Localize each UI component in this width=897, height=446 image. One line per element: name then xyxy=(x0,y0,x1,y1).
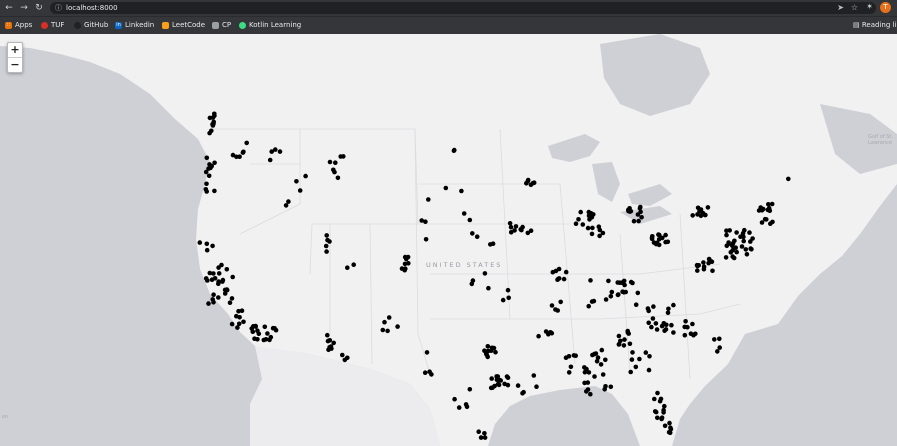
site-info-icon[interactable]: ⓘ xyxy=(55,3,62,13)
github-icon xyxy=(74,21,81,29)
bookmark-label: TUF xyxy=(51,21,65,29)
reading-list-icon: ▤ xyxy=(853,21,860,29)
extensions-icon[interactable]: ✶ xyxy=(866,2,873,11)
url-text: localhost:8000 xyxy=(66,4,118,12)
browser-toolbar: ← → ↻ ⓘ localhost:8000 ➤ ☆ ✶ T xyxy=(0,0,897,16)
send-icon[interactable]: ➤ xyxy=(837,3,844,12)
zoom-control: + − xyxy=(7,42,23,73)
linkedin-icon: in xyxy=(115,21,122,29)
water-label: Gulf of St. Lawrence xyxy=(868,134,893,146)
reading-list-label: Reading li xyxy=(861,21,897,29)
tuf-icon xyxy=(41,21,48,29)
zoom-in-button[interactable]: + xyxy=(8,43,22,58)
star-icon[interactable]: ☆ xyxy=(851,3,858,12)
edge-label: on xyxy=(2,414,9,420)
bookmark-label: GitHub xyxy=(84,21,109,29)
bookmark-kotlin[interactable]: Kotlin Learning xyxy=(239,21,301,29)
zoom-out-button[interactable]: − xyxy=(8,58,22,72)
bookmark-tuf[interactable]: TUF xyxy=(41,21,64,29)
bookmark-label: CP xyxy=(222,21,232,29)
bookmarks-bar: ∷ Apps TUF GitHub in Linkedin LeetCode C… xyxy=(0,16,897,34)
bookmark-github[interactable]: GitHub xyxy=(74,21,108,29)
kotlin-icon xyxy=(239,21,246,29)
back-arrow-icon[interactable]: ← xyxy=(4,3,14,13)
bookmark-cp[interactable]: CP xyxy=(212,21,231,29)
folder-icon xyxy=(212,21,219,29)
leetcode-icon xyxy=(162,21,169,29)
bookmark-apps[interactable]: ∷ Apps xyxy=(5,21,32,29)
bookmark-label: LeetCode xyxy=(172,21,206,29)
map-canvas[interactable]: + − UNITED STATES Gulf of St. Lawrence o… xyxy=(0,34,897,446)
forward-arrow-icon[interactable]: → xyxy=(19,3,29,13)
bookmark-leetcode[interactable]: LeetCode xyxy=(162,21,205,29)
bookmark-label: Linkedin xyxy=(125,21,155,29)
reading-list-button[interactable]: ▤ Reading li xyxy=(853,21,897,29)
bookmark-label: Kotlin Learning xyxy=(249,21,302,29)
north-america-landmass xyxy=(0,34,897,446)
country-label: UNITED STATES xyxy=(426,261,503,269)
basemap-svg xyxy=(0,34,897,446)
address-bar[interactable]: ⓘ localhost:8000 ➤ ☆ xyxy=(50,2,876,14)
apps-grid-icon: ∷ xyxy=(5,21,12,29)
bookmark-label: Apps xyxy=(15,21,33,29)
profile-avatar[interactable]: T xyxy=(880,2,891,13)
reload-icon[interactable]: ↻ xyxy=(34,3,44,13)
bookmark-linkedin[interactable]: in Linkedin xyxy=(115,21,154,29)
